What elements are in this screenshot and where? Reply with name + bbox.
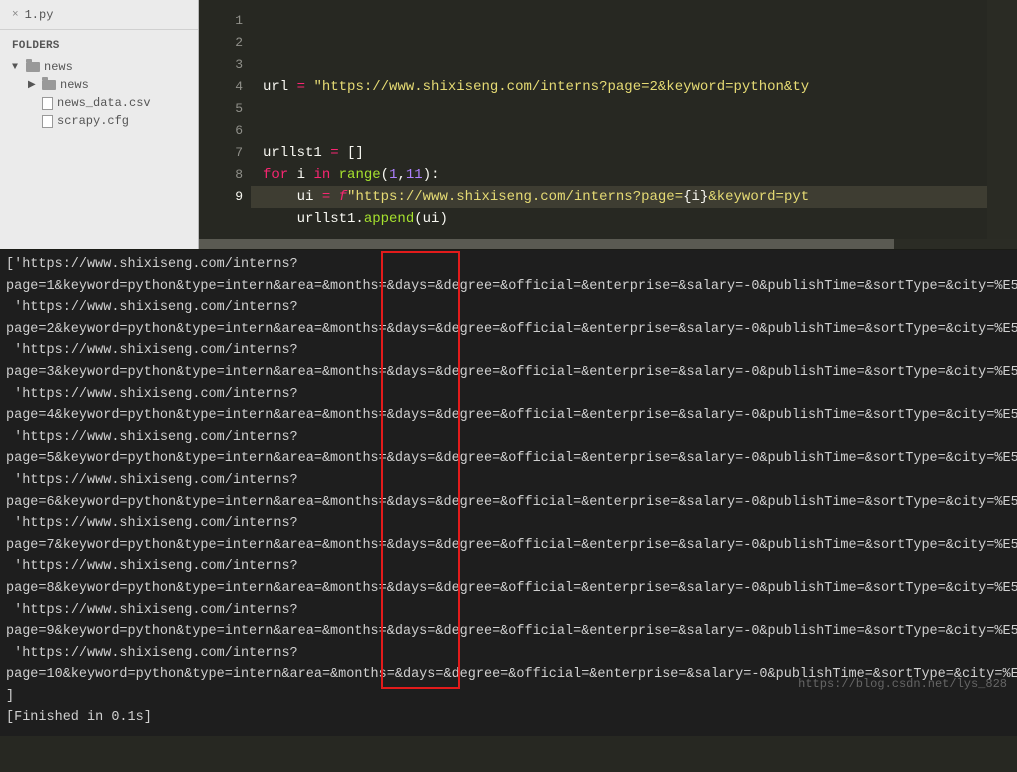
disclosure-icon[interactable]: ▶: [28, 79, 38, 91]
line-number: 4: [199, 76, 243, 98]
close-icon[interactable]: ×: [12, 9, 19, 21]
file-item[interactable]: scrapy.cfg: [24, 112, 190, 130]
annotation-box: [381, 251, 460, 689]
folder-tree: ▼ news ▶ news news_data.csv scrapy.cfg: [0, 58, 198, 130]
file-icon: [42, 97, 53, 110]
folders-title: FOLDERS: [0, 30, 198, 58]
file-item[interactable]: news_data.csv: [24, 94, 190, 112]
watermark: https://blog.csdn.net/lys_828: [798, 674, 1007, 696]
sidebar: × 1.py FOLDERS ▼ news ▶ news news_data.csvsc…: [0, 0, 199, 249]
file-icon: [42, 115, 53, 128]
line-number: 5: [199, 98, 243, 120]
item-label: news: [44, 60, 73, 74]
minimap[interactable]: [987, 0, 1017, 249]
line-number: 7: [199, 142, 243, 164]
item-label: scrapy.cfg: [57, 114, 129, 128]
disclosure-icon[interactable]: ▼: [12, 62, 22, 73]
folder-item[interactable]: ▼ news: [8, 58, 190, 76]
line-number: 6: [199, 120, 243, 142]
folder-icon: [26, 62, 40, 72]
line-number: 2: [199, 32, 243, 54]
code-area[interactable]: url = "https://www.shixiseng.com/interns…: [251, 0, 987, 249]
line-number: 8: [199, 164, 243, 186]
tab-label: 1.py: [25, 8, 54, 22]
file-tab[interactable]: × 1.py: [0, 2, 65, 28]
tab-bar: × 1.py: [0, 0, 198, 30]
code-content: url = "https://www.shixiseng.com/interns…: [263, 76, 987, 249]
folder-item[interactable]: ▶ news: [24, 76, 190, 94]
folder-icon: [42, 80, 56, 90]
line-number: 9: [199, 186, 243, 208]
line-gutter: 123456789: [199, 0, 251, 249]
line-number: 1: [199, 10, 243, 32]
item-label: news_data.csv: [57, 96, 151, 110]
line-number: 3: [199, 54, 243, 76]
top-pane: × 1.py FOLDERS ▼ news ▶ news news_data.csvsc…: [0, 0, 1017, 250]
output-console[interactable]: ['https://www.shixiseng.com/interns?page…: [0, 250, 1017, 736]
item-label: news: [60, 78, 89, 92]
editor[interactable]: 123456789 url = "https://www.shixiseng.c…: [199, 0, 1017, 249]
